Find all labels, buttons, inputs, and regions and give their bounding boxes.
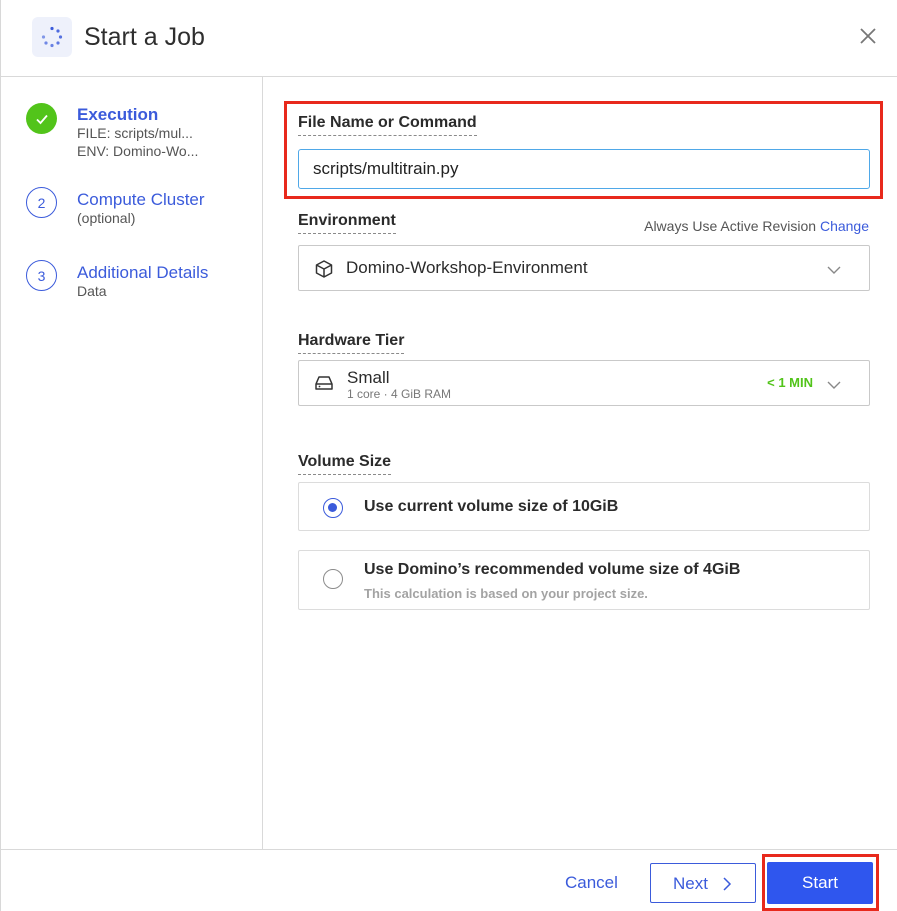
- chevron-down-icon: [827, 262, 841, 280]
- revision-info: Always Use Active Revision Change: [644, 218, 869, 234]
- step-additional-details-title: Additional Details: [77, 263, 209, 282]
- hardware-tier-specs: 1 core · 4 GiB RAM: [347, 387, 452, 401]
- check-circle-icon: [26, 103, 57, 134]
- radio-unselected[interactable]: [323, 569, 343, 589]
- volume-size-label: Volume Size: [298, 453, 392, 475]
- volume-option-recommended-note: This calculation is based on your projec…: [364, 586, 648, 601]
- spinner-icon: [32, 17, 72, 57]
- hard-drive-icon: [314, 374, 334, 397]
- chevron-down-icon: [827, 377, 841, 395]
- volume-option-current-label: Use current volume size of 10GiB: [364, 498, 619, 515]
- environment-select[interactable]: Domino-Workshop-Environment: [298, 245, 870, 291]
- step-execution-title: Execution: [77, 105, 159, 124]
- step-number-badge: 2: [26, 187, 57, 218]
- next-button[interactable]: Next: [650, 863, 756, 903]
- hardware-wait-time: < 1 MIN: [767, 375, 813, 390]
- step-execution-env: ENV: Domino-Wo...: [77, 143, 199, 159]
- start-job-modal: Start a Job Execution FILE: scripts/mul.…: [0, 0, 897, 911]
- volume-option-recommended[interactable]: Use Domino’s recommended volume size of …: [298, 550, 870, 610]
- environment-selected: Domino-Workshop-Environment: [346, 258, 588, 277]
- cancel-button[interactable]: Cancel: [565, 873, 618, 893]
- next-button-label: Next: [673, 874, 708, 893]
- volume-option-current[interactable]: Use current volume size of 10GiB: [298, 482, 870, 531]
- hardware-tier-name: Small: [347, 368, 390, 387]
- close-icon[interactable]: [856, 24, 880, 48]
- modal-header: Start a Job: [1, 0, 897, 77]
- chevron-right-icon: [722, 876, 732, 896]
- radio-selected[interactable]: [323, 498, 343, 518]
- hardware-tier-select[interactable]: Small 1 core · 4 GiB RAM < 1 MIN: [298, 360, 870, 406]
- step-compute-cluster-sub: (optional): [77, 210, 136, 226]
- box-icon: [314, 259, 334, 284]
- environment-label: Environment: [298, 212, 396, 234]
- step-number-badge: 3: [26, 260, 57, 291]
- step-compute-cluster-title: Compute Cluster: [77, 190, 205, 209]
- hardware-tier-label: Hardware Tier: [298, 332, 405, 354]
- modal-title: Start a Job: [84, 23, 205, 51]
- file-label: File Name or Command: [298, 114, 477, 136]
- start-button[interactable]: Start: [767, 862, 873, 904]
- step-additional-details-sub: Data: [77, 283, 107, 299]
- volume-option-recommended-label: Use Domino’s recommended volume size of …: [364, 561, 741, 578]
- step-execution-file: FILE: scripts/mul...: [77, 125, 193, 141]
- revision-text: Always Use Active Revision: [644, 218, 817, 234]
- change-revision-link[interactable]: Change: [820, 218, 869, 234]
- file-command-input[interactable]: [298, 149, 870, 189]
